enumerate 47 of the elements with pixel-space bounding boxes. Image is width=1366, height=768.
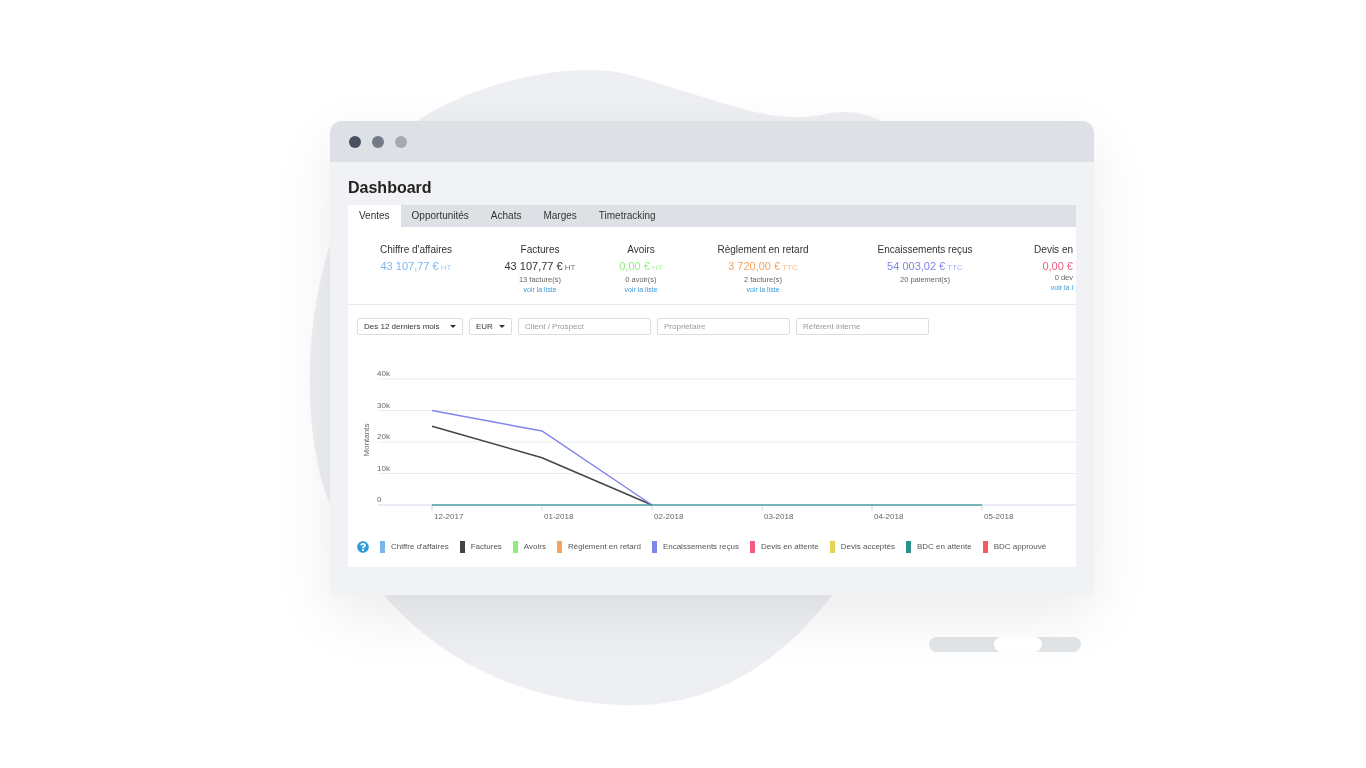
currency-select[interactable]: EUR	[469, 318, 512, 335]
period-select[interactable]: Des 12 derniers mois	[357, 318, 463, 335]
axis-label: 02-2018	[654, 512, 684, 521]
axis-label: 40k	[377, 369, 390, 378]
axis-label: 04-2018	[874, 512, 904, 521]
legend-label[interactable]: Encaissements reçus	[662, 541, 739, 553]
tab[interactable]: Timetracking	[587, 205, 667, 227]
kpi-title: Chiffre d'affaires	[379, 243, 453, 256]
tab[interactable]: Opportunités	[400, 205, 480, 227]
kpi-value: 54 003,02 € TTC	[887, 259, 963, 274]
axis-label: 30k	[377, 400, 390, 410]
kpi-value: 0,00 € HT	[619, 259, 663, 274]
axis-label: 20k	[377, 432, 390, 441]
legend-label[interactable]: BDC en attente	[916, 541, 972, 553]
axis-title: Montants	[362, 423, 371, 457]
kpi-value: 43 107,77 € HT	[380, 259, 452, 274]
kpi-value: 3 720,00 € TTC	[728, 259, 798, 274]
kpi-value: 0,00 €	[1042, 259, 1073, 273]
kpi-title: Encaissements reçus	[877, 243, 973, 256]
legend-label[interactable]: Chiffre d'affaires	[391, 541, 449, 553]
axis-label: 01-2018	[544, 512, 574, 521]
axis-label: 05-2018	[984, 512, 1014, 521]
owner-field[interactable]: Propriétaire	[657, 318, 790, 335]
legend-label[interactable]: BDC approuvé	[993, 541, 1047, 553]
page-title: Dashboard	[348, 178, 433, 198]
kpi-value: 43 107,77 € HT	[504, 259, 576, 274]
caret-icon	[450, 325, 456, 328]
caret-icon	[499, 325, 505, 328]
legend-label[interactable]: Avoirs	[523, 541, 546, 553]
kpi-title: Règlement en retard	[717, 243, 809, 256]
tab[interactable]: Ventes	[348, 205, 401, 227]
client-field[interactable]: Client / Prospect	[518, 318, 651, 335]
tab[interactable]: Marges	[532, 205, 588, 227]
help-icon[interactable]	[357, 541, 369, 553]
legend-label[interactable]: Devis acceptés	[840, 541, 895, 553]
kpi-title: Avoirs	[627, 243, 655, 256]
kpi-title: Factures	[520, 243, 560, 256]
axis-label: 12-2017	[434, 512, 464, 521]
axis-label: 03-2018	[764, 512, 794, 521]
kpi-title: Devis en	[1034, 243, 1073, 256]
axis-label: 10k	[377, 463, 390, 473]
legend-label[interactable]: Règlement en retard	[567, 541, 641, 553]
legend-label[interactable]: Factures	[470, 541, 502, 553]
referent-field[interactable]: Référent interne	[796, 318, 929, 335]
legend-label[interactable]: Devis en attente	[760, 541, 819, 553]
tab[interactable]: Achats	[479, 205, 533, 227]
axis-label: 0	[377, 495, 382, 504]
